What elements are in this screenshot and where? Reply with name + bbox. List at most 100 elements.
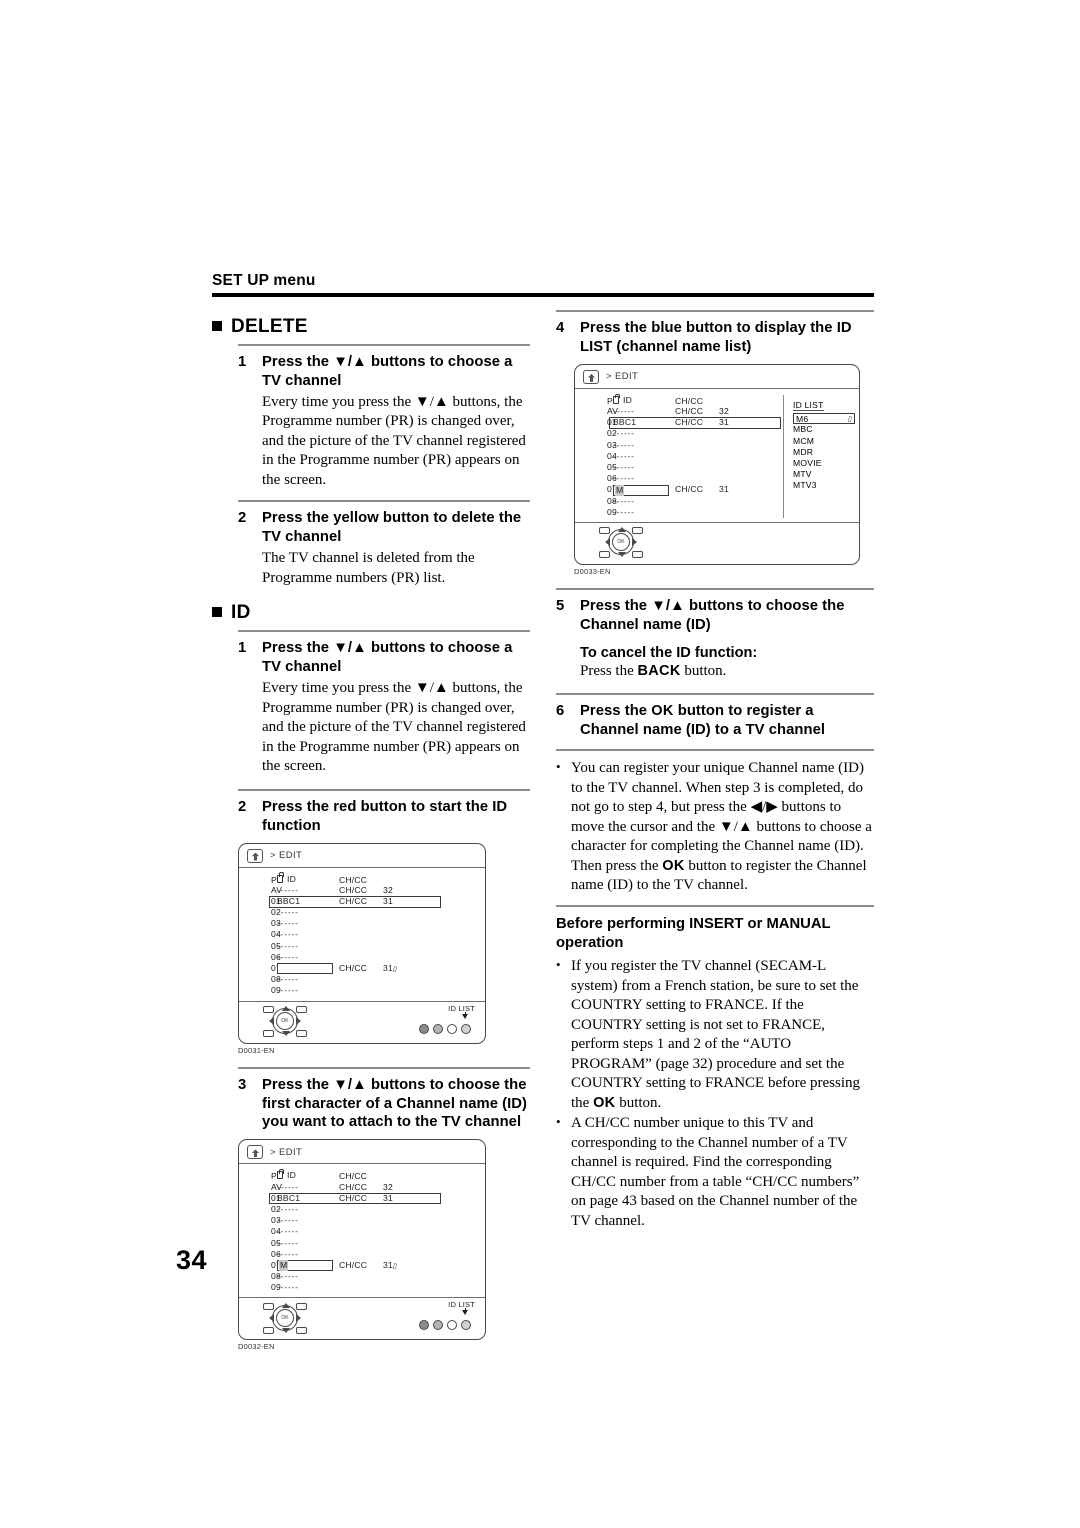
tv-title-label: > EDIT: [606, 371, 639, 383]
color-key-green[interactable]: [433, 1320, 443, 1331]
row-pr: AV: [607, 406, 619, 417]
id-list-item[interactable]: MOVIE: [793, 458, 855, 469]
row-pr: 03: [271, 1215, 281, 1226]
header-chcc: CH/CC: [339, 874, 368, 885]
corner-bracket-icon: [296, 1006, 307, 1014]
tv-footer: OK ID LIST: [239, 1297, 485, 1339]
cursor-icon: ▯: [847, 415, 853, 424]
table-row: 05 ------: [579, 462, 781, 473]
row-pr: 03: [271, 918, 281, 929]
table-row: 09 ------: [579, 507, 781, 518]
idlist-callout-label: ID LIST: [448, 1003, 475, 1013]
table-row: 02 ------: [579, 428, 781, 439]
list-item-text: A CH/CC number unique to this TV and cor…: [571, 1115, 860, 1229]
id-list-panel: ID LIST M6 ▯ MBC MCM MDR MOVIE MTV MTV3: [783, 394, 855, 518]
table-row: 08 ------: [243, 1271, 481, 1282]
tv-footer: OK ID LIST: [239, 1000, 485, 1043]
tv-screen-figure-2: > EDIT PR ID CH/CC AV ------: [238, 1139, 486, 1341]
id-name-input-box[interactable]: M: [613, 484, 669, 496]
row-pr: 08: [271, 974, 281, 985]
id-list-item[interactable]: MTV3: [793, 480, 855, 491]
table-row: 03 ------: [579, 440, 781, 451]
row-pr: 01: [607, 417, 617, 428]
row-id: ------: [613, 462, 635, 472]
figure-code: D0031-EN: [238, 1045, 275, 1055]
row-highlight-box: [269, 896, 441, 908]
row-pr: 07: [271, 963, 281, 973]
header-id-label: ID: [287, 873, 296, 884]
row-pr: 07: [607, 484, 617, 495]
id-name-input-box[interactable]: M: [277, 1260, 333, 1272]
row-id: ------: [277, 1282, 299, 1293]
row-pr: 08: [607, 495, 617, 506]
row-pr: 06: [271, 951, 281, 962]
id-list-item-selected[interactable]: M6 ▯: [793, 412, 855, 425]
row-pr: 05: [271, 940, 281, 951]
corner-bracket-icon: [632, 527, 643, 535]
step-title: Press the ▼/▲ buttons to choose the firs…: [262, 1076, 528, 1131]
figure-code: D0032-EN: [238, 1342, 275, 1352]
table-row-edit: 07 M CH/CC 31▯: [243, 1260, 481, 1272]
header-pr: PR: [579, 396, 619, 406]
step-id-1: 1 Press the ▼/▲ buttons to choose a TV c…: [238, 630, 530, 776]
cancel-id-subheading: To cancel the ID function:: [580, 644, 758, 661]
id-name-char: M: [279, 1260, 289, 1272]
corner-bracket-icon: [263, 1326, 274, 1334]
tv-menu-icon: [247, 848, 263, 863]
register-note: • You can register your unique Channel n…: [556, 759, 874, 896]
step-id-2: 2 Press the red button to start the ID f…: [238, 788, 530, 1055]
list-item: • You can register your unique Channel n…: [556, 759, 874, 896]
running-header-text: SET UP menu: [212, 272, 316, 289]
id-list-title: ID LIST: [793, 399, 824, 411]
arrow-down-icon: [282, 1031, 290, 1037]
color-key-row: [419, 1320, 471, 1331]
row-id: ------: [277, 985, 299, 996]
id-list-item[interactable]: MTV: [793, 469, 855, 480]
idlist-callout-label: ID LIST: [448, 1300, 475, 1310]
color-key-blue[interactable]: [461, 1023, 471, 1034]
id-list-item[interactable]: MBC: [793, 424, 855, 435]
square-bullet-icon: [212, 321, 222, 331]
list-item-text: You can register your unique Channel nam…: [571, 760, 872, 894]
cursor-icon: ▯: [392, 965, 398, 974]
ok-key-label: OK: [593, 1094, 616, 1111]
row-pr: 02: [607, 428, 617, 439]
step-title: Press the OK button to register a Channe…: [580, 703, 826, 739]
lock-icon: [613, 393, 621, 404]
list-item: • If you register the TV channel (SECAM-…: [556, 957, 874, 1113]
color-key-yellow[interactable]: [447, 1023, 457, 1034]
id-list-item[interactable]: MDR: [793, 447, 855, 458]
tv-screen-figure-1: > EDIT PR ID CH/CC AV ------: [238, 842, 486, 1044]
table-row: 04 ------: [243, 929, 481, 940]
lock-icon: [277, 872, 285, 883]
color-key-red[interactable]: [419, 1320, 429, 1331]
row-pr: 04: [607, 450, 617, 461]
row-id: ------: [277, 951, 299, 962]
divider: [556, 904, 874, 907]
row-id-editbox: [277, 963, 339, 975]
arrow-right-icon: [296, 1313, 301, 1322]
ok-label: OK: [281, 1018, 289, 1025]
row-chcc: CH/CC: [339, 884, 368, 895]
color-key-red[interactable]: [419, 1023, 429, 1034]
row-num: 32: [383, 884, 393, 895]
bullet-dot: •: [556, 759, 561, 775]
table-row: 08 ------: [579, 496, 781, 507]
before-performing-block: Before performing INSERT or MANUAL opera…: [556, 915, 874, 1231]
color-key-blue[interactable]: [461, 1320, 471, 1331]
header-pr: PR: [243, 1171, 283, 1181]
ok-key-label: OK: [651, 703, 674, 720]
step-number: 2: [238, 510, 247, 527]
id-list-item[interactable]: MCM: [793, 436, 855, 447]
corner-bracket-icon: [296, 1030, 307, 1038]
id-name-input-box[interactable]: [277, 963, 333, 975]
step-delete-1: 1 Press the ▼/▲ buttons to choose a TV c…: [238, 344, 530, 490]
tv-title-label: > EDIT: [270, 1146, 303, 1158]
header-id: ID: [277, 872, 339, 884]
color-key-green[interactable]: [433, 1023, 443, 1034]
arrow-down-icon: [618, 552, 626, 558]
arrow-left-icon: [269, 1313, 274, 1322]
tv-menu-icon: [583, 369, 599, 384]
color-key-yellow[interactable]: [447, 1320, 457, 1331]
row-num: 31: [719, 484, 729, 495]
